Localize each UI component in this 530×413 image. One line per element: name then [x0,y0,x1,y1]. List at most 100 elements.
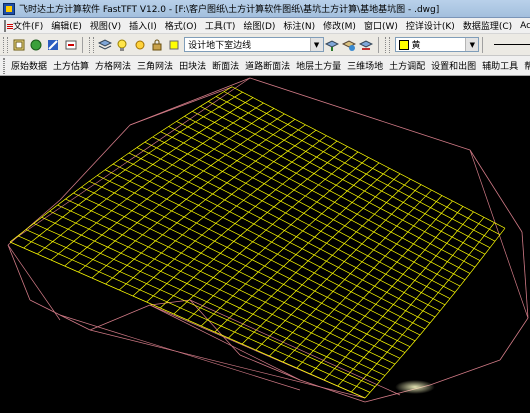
mesh-line [403,286,410,293]
ribbon-raw-data[interactable]: 原始数据 [8,59,50,72]
mesh-line [86,240,95,248]
mesh-line [321,213,334,221]
ribbon-layer-volume[interactable]: 地层土方量 [293,59,344,72]
ribbon-triangle-method[interactable]: 三角网法 [134,59,176,72]
layer-state-icon[interactable] [46,37,61,53]
mesh-line [349,249,357,256]
mesh-line [176,216,185,224]
mesh-line [407,225,414,233]
mesh-line [203,216,217,224]
color-square-icon[interactable] [166,37,181,53]
mesh-line [232,122,245,129]
mesh-line [292,206,305,214]
mesh-line [131,204,140,211]
layer-on-icon[interactable] [29,37,44,53]
mesh-line [187,258,195,266]
mesh-line [402,219,414,227]
menu-acrobat[interactable]: Acrob [516,21,530,31]
mesh-line [419,255,431,263]
toolbar-grip[interactable] [3,36,8,53]
mesh-line [396,261,409,269]
menu-draw[interactable]: 绘图(D) [239,19,279,32]
mesh-line [206,148,215,155]
menu-edit[interactable]: 编辑(E) [47,19,86,32]
drawing-canvas[interactable] [0,76,530,410]
mesh-line [241,166,249,173]
menu-view[interactable]: 视图(V) [86,19,125,32]
mesh-line [407,231,420,239]
lightbulb-icon[interactable] [115,37,130,53]
mesh-line [153,289,161,297]
layer-manager-icon[interactable] [12,37,27,53]
mesh-line [60,235,74,242]
chevron-down-icon[interactable]: ▼ [465,38,479,51]
ribbon-block-method[interactable]: 田块法 [176,59,209,72]
ribbon-aux-tools[interactable]: 辅助工具 [479,59,521,72]
mesh-line [313,173,326,180]
mesh-line [322,315,329,322]
mesh-line [452,200,464,207]
mesh-line [234,331,249,339]
mesh-line [181,181,189,188]
menu-file[interactable]: 文件(F) [9,19,47,32]
mesh-line [312,145,324,153]
mesh-line [335,179,343,186]
mesh-line [136,141,145,148]
menu-dimension[interactable]: 标注(N) [279,19,319,32]
mesh-line [374,213,386,221]
mesh-line [226,182,239,190]
menu-modify[interactable]: 修改(M) [319,19,360,32]
mesh-line [83,216,97,224]
toolbar-grip[interactable] [3,57,5,74]
mesh-line [305,151,317,158]
menu-format[interactable]: 格式(O) [161,19,201,32]
sun-icon[interactable] [132,37,147,53]
mesh-line [285,314,292,321]
mesh-line [375,190,382,198]
mesh-line [479,253,486,261]
mesh-line [469,266,476,274]
layer-walk-icon[interactable] [359,37,374,53]
toolbar-grip[interactable] [384,36,390,53]
mesh-line [149,222,158,229]
color-dropdown[interactable]: 黄 ▼ [394,37,480,52]
lock-icon[interactable] [149,37,164,53]
document-icon[interactable] [4,19,13,32]
ribbon-section-method[interactable]: 断面法 [209,59,242,72]
ribbon-road-section[interactable]: 道路断面法 [242,59,293,72]
chevron-down-icon[interactable]: ▼ [309,38,323,51]
ribbon-earth-estimate[interactable]: 土方估算 [50,59,92,72]
mesh-line [430,207,442,214]
layer-match-icon[interactable] [342,37,357,53]
make-current-icon[interactable] [325,37,340,53]
linetype-preview[interactable] [494,44,530,45]
ribbon-earth-balance[interactable]: 土方调配 [386,59,428,72]
menu-insert[interactable]: 插入(I) [125,19,161,32]
layer-dropdown[interactable]: 设计地下室边线 ▼ [184,37,324,52]
ribbon-3d-site[interactable]: 三维场地 [344,59,386,72]
mesh-line [384,369,391,376]
mesh-line [178,199,187,206]
mesh-line [232,259,246,267]
ribbon-help[interactable]: 帮助 [521,59,530,72]
mesh-line [316,320,324,328]
menu-control-design[interactable]: 控详设计(K) [402,19,459,32]
mesh-line [352,309,366,317]
menu-tools[interactable]: 工具(T) [201,19,240,32]
toolbar-grip[interactable] [89,36,94,53]
ribbon-grid-method[interactable]: 方格网法 [92,59,134,72]
mesh-line [245,265,259,273]
layer-previous-icon[interactable] [63,37,78,53]
menu-window[interactable]: 窗口(W) [360,19,402,32]
mesh-line [364,392,371,399]
mesh-line [296,290,310,298]
mesh-line [311,326,318,334]
mesh-line [431,280,444,287]
ribbon-settings-output[interactable]: 设置和出图 [428,59,479,72]
mesh-line [396,237,403,245]
layer-stack-icon[interactable] [98,37,113,53]
menu-data[interactable]: 数据监理(C) [459,19,516,32]
mesh-line [219,301,227,309]
mesh-line [316,201,329,209]
mesh-line [420,184,432,191]
